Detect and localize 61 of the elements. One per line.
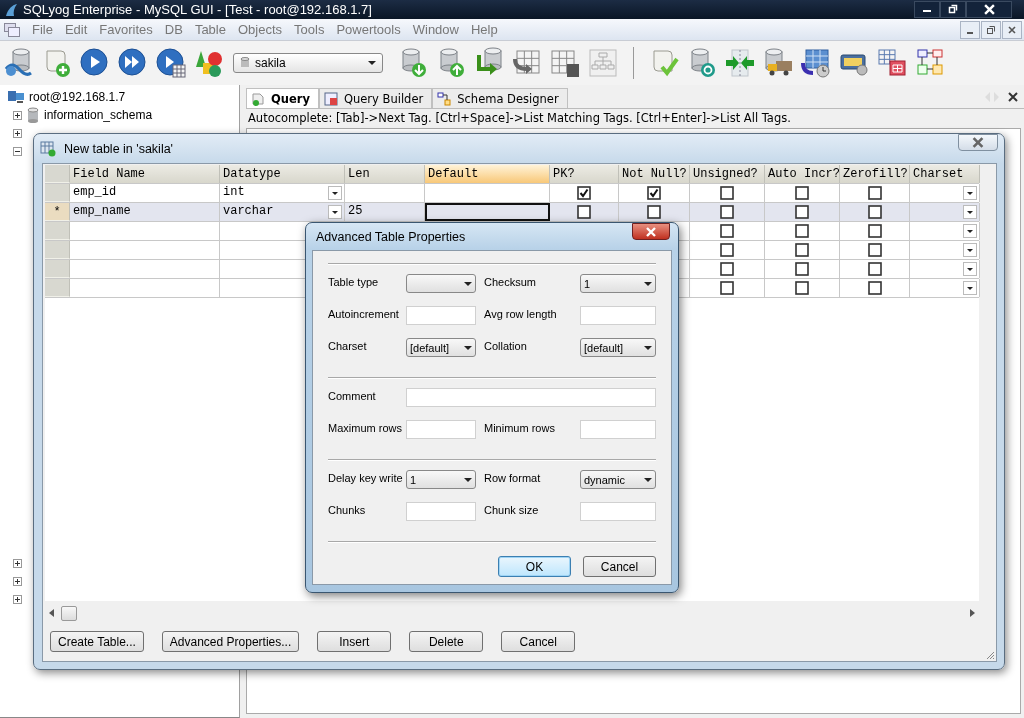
field-label: Row format bbox=[484, 471, 542, 484]
field-label: Charset bbox=[328, 339, 368, 352]
dropdown[interactable]: 1 bbox=[580, 274, 656, 293]
column-header[interactable]: Zerofill? bbox=[840, 165, 910, 183]
field-label: Chunk size bbox=[484, 503, 540, 516]
field-label: Comment bbox=[328, 389, 377, 402]
column-header[interactable]: PK? bbox=[550, 165, 619, 183]
dialog-title: Advanced Table Properties bbox=[316, 229, 466, 244]
tree-item[interactable]: information_schema bbox=[44, 108, 153, 122]
menu-item[interactable]: Tools bbox=[288, 22, 331, 37]
menu-item[interactable]: Help bbox=[464, 22, 504, 37]
field-label: Chunks bbox=[328, 503, 367, 516]
window-title: New table in 'sakila' bbox=[64, 141, 173, 156]
field-label: Autoincrement bbox=[328, 307, 400, 320]
tab[interactable]: Query bbox=[246, 88, 319, 108]
menu-item[interactable]: Powertools bbox=[330, 22, 407, 37]
dropdown[interactable]: [default] bbox=[406, 338, 476, 357]
field-label: Avg row length bbox=[484, 307, 558, 320]
table-cell[interactable]: int bbox=[220, 184, 345, 202]
column-header[interactable]: Auto Incr? bbox=[765, 165, 840, 183]
table-cell[interactable]: varchar bbox=[220, 203, 345, 221]
column-header[interactable]: Not Null? bbox=[619, 165, 690, 183]
menu-item[interactable]: Window bbox=[406, 22, 465, 37]
column-header[interactable]: Field Name bbox=[70, 165, 220, 183]
field-label: Collation bbox=[484, 339, 528, 352]
dropdown[interactable]: [default] bbox=[580, 338, 656, 357]
dialog-button[interactable]: Create Table... bbox=[50, 631, 144, 652]
dialog-button[interactable]: Cancel bbox=[583, 556, 656, 577]
column-header[interactable]: Default bbox=[425, 165, 550, 183]
menu-item[interactable]: File bbox=[26, 22, 59, 37]
database-dropdown[interactable]: sakila bbox=[233, 53, 383, 73]
menu-item[interactable]: Table bbox=[188, 22, 232, 37]
dialog-button[interactable]: Advanced Properties... bbox=[161, 631, 300, 652]
tab[interactable]: Schema Designer bbox=[432, 88, 568, 108]
dropdown[interactable]: 1 bbox=[406, 470, 476, 489]
field-label: Minimum rows bbox=[484, 421, 556, 434]
table-cell[interactable]: emp_id bbox=[70, 184, 220, 202]
column-header[interactable]: Unsigned? bbox=[690, 165, 765, 183]
table-cell[interactable]: 25 bbox=[345, 203, 425, 221]
tree-item[interactable]: root@192.168.1.7 bbox=[29, 90, 126, 104]
field-label: Delay key write bbox=[328, 471, 404, 484]
menu-item[interactable]: Edit bbox=[58, 22, 94, 37]
column-header[interactable]: Len bbox=[345, 165, 425, 183]
autocomplete-hint: Autocomplete: [Tab]->Next Tag. [Ctrl+Space]->List Matching Tags. [Ctrl+Enter]->List All Tags. bbox=[247, 110, 792, 127]
field-label: Checksum bbox=[484, 275, 537, 288]
row-header[interactable]: * bbox=[45, 203, 70, 221]
menu-item[interactable]: Favorites bbox=[93, 22, 159, 37]
dialog-button[interactable]: Cancel bbox=[501, 631, 576, 652]
dropdown[interactable]: dynamic bbox=[580, 470, 656, 489]
dialog-button[interactable]: OK bbox=[498, 556, 571, 577]
dialog-button[interactable]: Insert bbox=[317, 631, 392, 652]
tab[interactable]: Query Builder bbox=[318, 88, 433, 108]
window-title: SQLyog Enterprise - MySQL GUI - [Test - root@192.168.1.7] bbox=[23, 2, 372, 17]
field-label: Table type bbox=[328, 275, 380, 288]
field-label: Maximum rows bbox=[328, 421, 403, 434]
menu-item[interactable]: Objects bbox=[231, 22, 289, 37]
dialog-button[interactable]: Delete bbox=[409, 631, 484, 652]
column-header[interactable]: Charset bbox=[910, 165, 980, 183]
column-header[interactable]: Datatype bbox=[220, 165, 345, 183]
table-cell[interactable]: emp_name bbox=[70, 203, 220, 221]
menu-item[interactable]: DB bbox=[158, 22, 189, 37]
